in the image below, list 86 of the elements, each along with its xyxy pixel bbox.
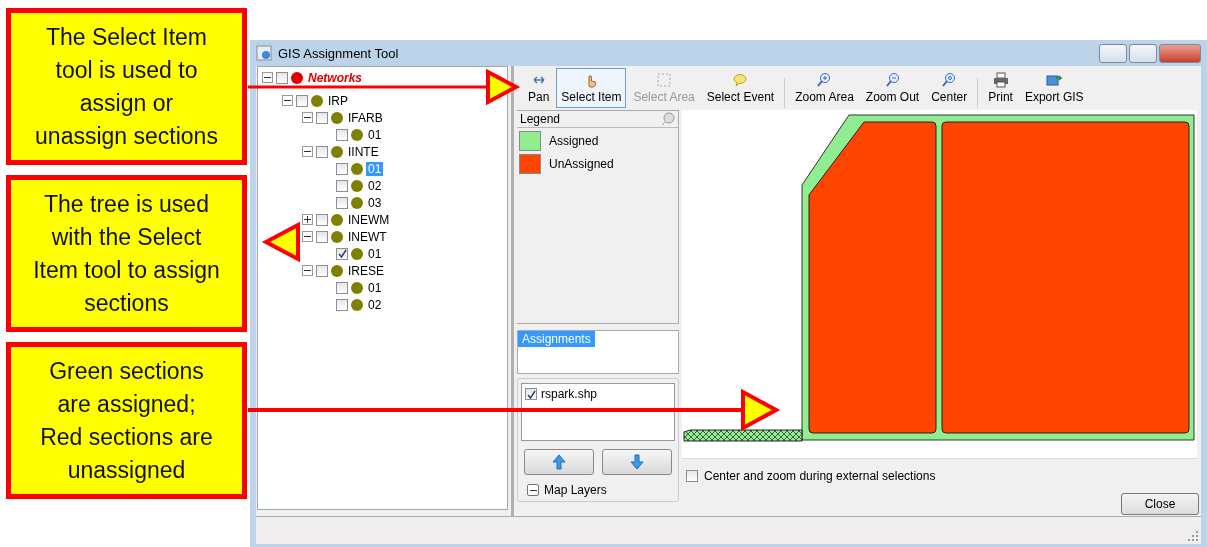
- checkbox[interactable]: [336, 162, 348, 175]
- toolbar-button[interactable]: Select Item: [556, 68, 627, 108]
- collapse-toggle[interactable]: [302, 231, 313, 242]
- tree-item[interactable]: Networks: [306, 70, 365, 85]
- toolbar-button[interactable]: Zoom Out: [860, 68, 925, 108]
- tree-item[interactable]: IRESE: [346, 263, 386, 278]
- minimize-button[interactable]: [1099, 43, 1127, 63]
- checkbox[interactable]: [316, 145, 328, 158]
- tree-item[interactable]: 01: [366, 246, 384, 261]
- checkbox[interactable]: [316, 230, 328, 243]
- checkbox[interactable]: [316, 213, 328, 226]
- checkbox[interactable]: [316, 111, 328, 124]
- checkbox[interactable]: [276, 71, 288, 84]
- toolbar-button[interactable]: Print: [983, 68, 1018, 108]
- group-title: Map Layers: [544, 483, 607, 497]
- plus-icon: [304, 216, 311, 223]
- checkbox[interactable]: [336, 281, 348, 294]
- collapse-toggle[interactable]: [302, 112, 313, 123]
- zoom-out-icon: [884, 72, 901, 88]
- minus-icon: [304, 233, 311, 240]
- legend-title: Legend: [520, 112, 561, 126]
- down-arrow-icon: [630, 454, 644, 470]
- tree-item[interactable]: INEWT: [346, 229, 389, 244]
- callout-note: Green sections are assigned; Red sections are unassigned: [6, 342, 247, 499]
- collapse-toggle[interactable]: [527, 484, 539, 496]
- checkbox[interactable]: [525, 388, 537, 400]
- checkbox[interactable]: [336, 179, 348, 192]
- collapse-toggle[interactable]: [262, 72, 273, 83]
- tree-item[interactable]: 03: [366, 195, 384, 210]
- checkbox[interactable]: [316, 264, 328, 277]
- checkbox[interactable]: [336, 298, 348, 311]
- tree-item[interactable]: IINTE: [346, 144, 381, 159]
- window-title: GIS Assignment Tool: [278, 45, 399, 61]
- tree-item[interactable]: 02: [366, 178, 384, 193]
- move-up-button[interactable]: [524, 449, 594, 475]
- export-icon: [1046, 72, 1063, 88]
- checkbox[interactable]: [296, 94, 308, 107]
- minus-icon: [284, 97, 291, 104]
- tree-item[interactable]: 01: [366, 127, 384, 142]
- toolbar-button[interactable]: Export GIS: [1019, 68, 1089, 108]
- checkmark-icon: [526, 389, 536, 399]
- checkbox[interactable]: [686, 470, 698, 482]
- collapse-toggle[interactable]: [302, 265, 313, 276]
- expand-toggle[interactable]: [302, 214, 313, 225]
- toolbar-button[interactable]: Pan: [523, 68, 555, 108]
- collapse-toggle[interactable]: [302, 146, 313, 157]
- toolbar-button[interactable]: Select Event: [701, 68, 780, 108]
- checkbox[interactable]: [336, 128, 348, 141]
- layer-item[interactable]: rspark.shp: [541, 387, 598, 401]
- minus-icon: [304, 148, 311, 155]
- tree-item[interactable]: IFARB: [346, 110, 385, 125]
- zoom-in-icon: [816, 72, 833, 88]
- resize-grip-icon[interactable]: [1188, 531, 1198, 541]
- callout-note: The tree is used with the Select Item tool to assign sections: [6, 175, 247, 332]
- close-button[interactable]: Close: [1121, 493, 1199, 515]
- pin-icon[interactable]: [661, 112, 675, 126]
- tree-item[interactable]: INEWM: [346, 212, 392, 227]
- minus-icon: [304, 267, 311, 274]
- legend-label: Assigned: [549, 134, 599, 148]
- maximize-button[interactable]: [1129, 43, 1157, 63]
- tree-item[interactable]: 01: [366, 280, 384, 295]
- dashed-rectangle-icon: [656, 72, 673, 88]
- collapse-toggle[interactable]: [282, 95, 293, 106]
- assignments-header: Assignments: [518, 331, 595, 347]
- checkbox-label: Center and zoom during external selections: [704, 469, 936, 483]
- printer-icon: [992, 72, 1009, 88]
- toolbar-button[interactable]: Center: [926, 68, 973, 108]
- tree-item[interactable]: 02: [366, 297, 384, 312]
- checkbox[interactable]: [336, 196, 348, 209]
- tree-item[interactable]: IRP: [326, 93, 350, 108]
- map-drawing[interactable]: [682, 110, 1197, 459]
- callout-arrow: [261, 221, 300, 263]
- legend-label: UnAssigned: [549, 157, 614, 171]
- up-arrow-icon: [552, 454, 566, 470]
- checkmark-icon: [337, 249, 347, 258]
- minus-icon: [304, 114, 311, 121]
- magnifier-icon: [941, 72, 958, 88]
- checkbox[interactable]: [336, 247, 348, 260]
- callout-note: The Select Item tool is used to assign or unassign sections: [6, 8, 247, 165]
- minus-icon: [264, 74, 271, 81]
- toolbar-button[interactable]: Zoom Area: [790, 68, 859, 108]
- app-icon: [256, 45, 272, 61]
- close-button[interactable]: [1159, 43, 1201, 63]
- speech-bubble-icon: [732, 72, 749, 88]
- move-down-button[interactable]: [602, 449, 672, 475]
- minus-icon: [529, 487, 537, 494]
